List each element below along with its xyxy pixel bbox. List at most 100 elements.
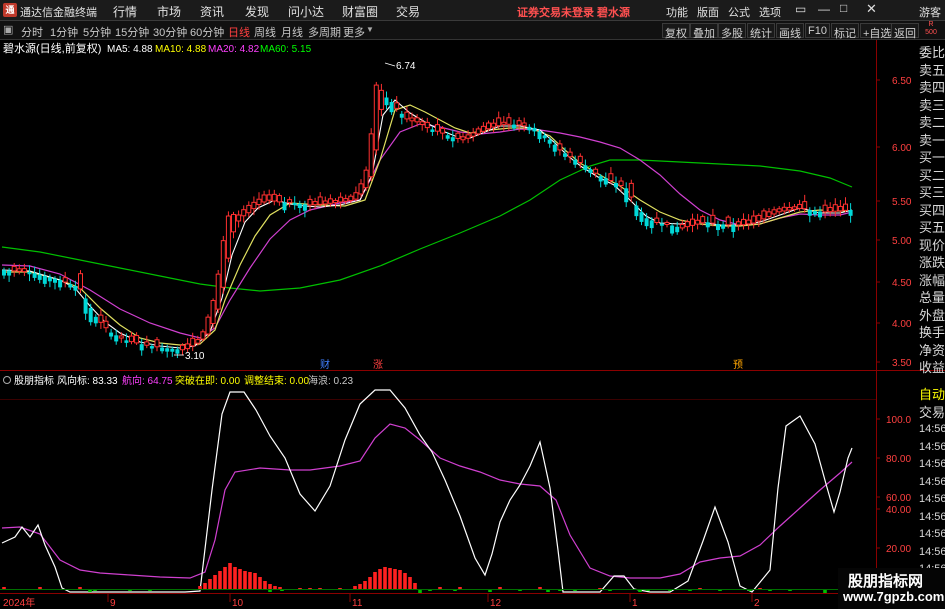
maximize-icon[interactable]: □ (840, 1, 847, 15)
side-label-weibi[interactable]: 委比 (917, 44, 945, 62)
time-tick: 9 (110, 598, 116, 609)
tf-more[interactable]: 更多 (343, 24, 365, 40)
tf-30min[interactable]: 30分钟 (153, 24, 187, 40)
side-label-buy5[interactable]: 买五 (917, 219, 945, 237)
side-label-price[interactable]: 现价 (917, 237, 945, 255)
candle-body (317, 196, 323, 205)
candle-body (843, 203, 848, 211)
candle-body (690, 218, 695, 226)
candle-body (827, 207, 833, 213)
side-label-buy1[interactable]: 买一 (917, 149, 945, 167)
draw-line-button[interactable]: 画线 (776, 23, 804, 40)
indicator-toggle-icon[interactable] (3, 376, 11, 384)
candle-body (160, 347, 165, 352)
candle-body (363, 169, 369, 189)
overlay-button[interactable]: 叠加 (690, 23, 718, 40)
side-label-volume[interactable]: 总量 (917, 289, 945, 307)
menu-faxian[interactable]: 发现 (245, 3, 269, 20)
side-trade-tab[interactable]: 交易 (917, 404, 945, 422)
more-dropdown-icon[interactable]: ▼ (366, 25, 374, 34)
kline-chart[interactable]: 碧水源(日线,前复权) MA5: 4.88 MA10: 4.88 MA20: 4… (0, 40, 945, 609)
multi-stock-button[interactable]: 多股 (718, 23, 746, 40)
tf-daily[interactable]: 日线 (228, 24, 250, 40)
indicator-bar (413, 583, 417, 589)
side-label-sell1[interactable]: 卖一 (917, 132, 945, 150)
toolbar-menu-icon[interactable]: ▣ (3, 23, 13, 36)
candle-body (588, 169, 593, 173)
side-label-buy2[interactable]: 买二 (917, 167, 945, 185)
candle-body (664, 221, 670, 225)
indicator-bar (248, 572, 252, 589)
restore-icon[interactable]: — (818, 2, 830, 16)
price-tick: 6.50 (892, 76, 912, 87)
side-auto-tab[interactable]: 自动 (917, 386, 945, 404)
stats-button[interactable]: 统计 (747, 23, 775, 40)
side-label-sell4[interactable]: 卖四 (917, 79, 945, 97)
ma60-label: MA60: 5.15 (260, 44, 312, 55)
indicator-bar (78, 587, 82, 589)
menu-xuanxiang[interactable]: 选项 (759, 4, 781, 20)
login-warning[interactable]: 证券交易未登录 碧水源 (517, 4, 630, 20)
tf-1min[interactable]: 1分钟 (50, 24, 78, 40)
side-label-sell5[interactable]: 卖五 (917, 62, 945, 80)
menu-gongshi[interactable]: 公式 (728, 4, 750, 20)
tf-monthly[interactable]: 月线 (281, 24, 303, 40)
f10-button[interactable]: F10 (805, 23, 830, 38)
side-label-buy3[interactable]: 买三 (917, 184, 945, 202)
tf-15min[interactable]: 15分钟 (115, 24, 149, 40)
tf-multi[interactable]: 多周期 (308, 24, 341, 40)
close-icon[interactable]: ✕ (866, 1, 877, 17)
event-mark-cai[interactable]: 财 (320, 358, 330, 371)
side-label-change[interactable]: 涨跌 (917, 254, 945, 272)
menu-jiaoyi[interactable]: 交易 (396, 3, 420, 20)
event-mark-zhang[interactable]: 涨 (373, 359, 383, 371)
indicator-name[interactable]: 股朋指标 (14, 374, 54, 387)
menu-hangqing[interactable]: 行情 (113, 3, 137, 20)
candle-body (139, 344, 144, 351)
indicator-bar (388, 568, 392, 589)
time-tick: 12 (490, 598, 502, 609)
side-label-buy4[interactable]: 买四 (917, 202, 945, 220)
menu-wenxiaoda[interactable]: 问小达 (288, 3, 324, 20)
tf-weekly[interactable]: 周线 (254, 24, 276, 40)
side-label-sell2[interactable]: 卖二 (917, 114, 945, 132)
side-label-sell3[interactable]: 卖三 (917, 97, 945, 115)
stock-title: 碧水源(日线,前复权) (3, 41, 101, 55)
indicator-bar (218, 571, 222, 589)
mark-button[interactable]: 标记 (831, 23, 859, 40)
tf-fenshi[interactable]: 分时 (21, 24, 43, 40)
candle-body (58, 280, 63, 288)
event-mark-yu[interactable]: 预 (733, 359, 743, 371)
menu-gongneng[interactable]: 功能 (666, 4, 688, 20)
candle-body (276, 195, 282, 203)
side-label-netasset[interactable]: 净资 (917, 342, 945, 360)
fuquan-button[interactable]: 复权 (662, 23, 690, 40)
back-button[interactable]: 返回 (891, 23, 919, 40)
candle-body (312, 201, 318, 206)
candle-body (307, 198, 313, 206)
side-label-earnings[interactable]: 收益 (917, 359, 945, 377)
minimize-icon[interactable]: ▭ (795, 2, 806, 16)
side-label-change-pct[interactable]: 涨幅 (917, 272, 945, 290)
menu-banmian[interactable]: 版面 (697, 4, 719, 20)
candle-body (241, 209, 247, 217)
candle-body (465, 134, 471, 139)
add-watchlist-button[interactable]: +自选 (860, 23, 895, 40)
indicator-bar (253, 573, 257, 589)
candle-body (746, 219, 752, 225)
side-label-turnover[interactable]: 换手 (917, 324, 945, 342)
candle-body (786, 206, 792, 211)
menu-shichang[interactable]: 市场 (157, 3, 181, 20)
candle-body (761, 210, 767, 220)
candle-body (399, 113, 404, 118)
candle-body (231, 213, 236, 233)
candle-body (583, 165, 588, 171)
menu-zixun[interactable]: 资讯 (200, 3, 224, 20)
tf-60min[interactable]: 60分钟 (190, 24, 224, 40)
side-label-outer[interactable]: 外盘 (917, 307, 945, 325)
indicator-bar (383, 567, 387, 589)
candle-body (721, 224, 726, 229)
menu-caifuquan[interactable]: 财富圈 (342, 3, 378, 20)
guest-user[interactable]: 游客 (919, 4, 941, 20)
tf-5min[interactable]: 5分钟 (83, 24, 111, 40)
